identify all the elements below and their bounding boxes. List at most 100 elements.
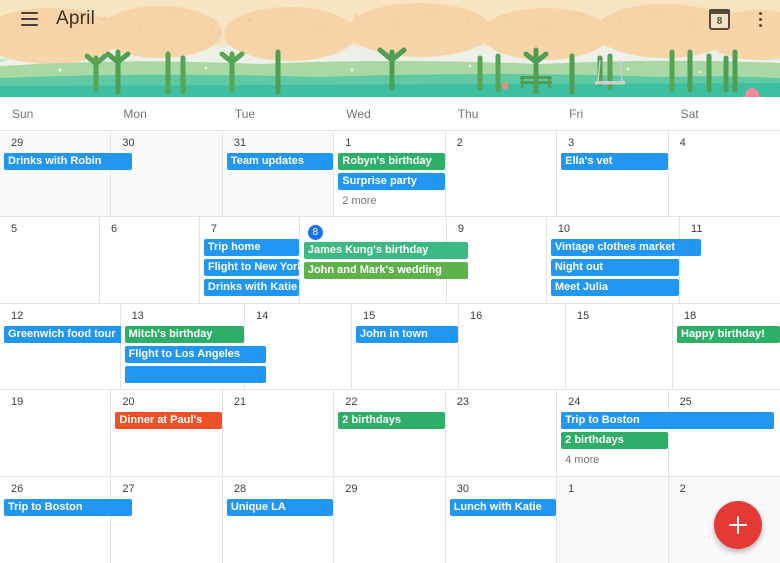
day-cell[interactable]: 5 [0,217,100,303]
day-cell[interactable]: 15 John in town [352,303,459,390]
day-events: Dinner at Paul's [111,412,222,430]
day-cell[interactable]: 20 Dinner at Paul's [111,390,223,476]
calendar-event[interactable]: Trip to Boston [561,412,774,430]
calendar-event[interactable]: 2 birthdays [561,432,668,450]
calendar-event[interactable]: John in town [356,325,458,343]
month-grid: 29 Drinks with Robin 30 31 Team updates 1 Roby… [0,131,780,563]
weekday-label-sun: Sun [12,106,34,121]
calendar-event[interactable]: John and Mark's wedding [303,262,468,280]
day-cell[interactable]: 6 [99,217,200,303]
day-cell[interactable]: 10 Vintage clothes market Night out Meet Ju… [546,217,702,303]
day-cell[interactable]: 23 [445,390,558,476]
day-events: Lunch with Katie [446,498,557,516]
day-cell[interactable]: 8 James Kung's birthday John and Mark's we… [299,217,468,303]
day-events: Drinks with Robin [0,153,133,170]
day-number: 10 [557,223,571,236]
more-events-link[interactable]: 4 more [557,452,667,468]
calendar-event[interactable]: Team updates [226,153,334,170]
day-cell[interactable]: 26 Trip to Boston [0,476,133,563]
day-cell[interactable]: 18 Happy birthday! [673,303,780,390]
day-number: 14 [256,309,269,322]
day-events: Trip to Boston 2 birthdays 4 more [557,412,774,468]
calendar-event[interactable]: Lunch with Katie [449,498,557,516]
day-number: 2 [456,137,463,149]
day-cell[interactable]: 11 [680,217,780,303]
day-number: 27 [122,482,135,495]
create-event-button[interactable] [714,501,762,549]
calendar-event[interactable]: Dinner at Paul's [115,412,222,430]
day-cell[interactable]: 15 [566,303,673,390]
day-events: Greenwich food tour [0,325,142,343]
day-cell[interactable]: 9 [446,217,547,303]
day-cell[interactable]: 31 Team updates [222,131,335,217]
calendar-event[interactable]: Drinks with Robin [4,153,133,170]
day-number: 13 [131,309,144,322]
day-cell[interactable]: 21 [222,390,335,476]
week-row: 12 Greenwich food tour 13 Mitch's birthday F… [0,303,780,391]
calendar-event[interactable]: Unique LA [226,498,334,516]
calendar-app: April 8 Sun Mon Tue Wed Thu Fri Sat 29 Dr… [0,0,780,563]
day-number-today: 8 [307,225,323,241]
calendar-event[interactable]: Surprise party [338,173,445,190]
day-cell[interactable]: 30 Lunch with Katie [445,476,558,563]
day-number: 7 [210,223,218,236]
day-number: 16 [470,309,483,322]
calendar-event[interactable]: 2 birthdays [338,412,445,430]
calendar-event[interactable]: Happy birthday! [677,325,780,343]
day-cell[interactable]: 13 Mitch's birthday Flight to Los Angeles [120,303,266,390]
weekday-label-sat: Sat [680,106,699,121]
day-cell[interactable]: 29 [334,476,446,563]
calendar-event[interactable]: Night out [550,259,680,277]
day-cell[interactable]: 27 [111,476,223,563]
day-cell[interactable]: 22 2 birthdays [334,390,446,476]
calendar-event[interactable]: Drinks with Katie [203,279,299,297]
day-cell[interactable]: 24 Trip to Boston 2 birthdays 4 more [557,390,774,476]
more-events-link[interactable]: 2 more [334,193,444,209]
calendar-event[interactable]: Flight to New York [203,259,299,277]
day-number: 1 [345,137,352,149]
day-cell[interactable]: 2 [445,131,558,217]
day-cell[interactable]: 19 [0,390,112,476]
day-number: 5 [11,223,18,236]
calendar-today-icon[interactable]: 8 [709,8,730,30]
calendar-event[interactable]: Meet Julia [550,279,680,297]
day-cell[interactable]: 16 [459,303,566,390]
day-number: 29 [345,482,358,495]
calendar-event[interactable]: James Kung's birthday [303,242,468,260]
day-cell[interactable]: 1 [557,476,669,563]
day-cell[interactable]: 30 [111,131,223,217]
day-number: 28 [233,482,247,495]
day-number: 2 [679,482,686,495]
day-number: 29 [11,137,24,149]
day-number: 18 [684,309,697,322]
day-cell[interactable]: 7 Trip home Flight to New York Drinks with … [199,217,300,303]
calendar-event[interactable]: Trip to Boston [4,498,133,516]
day-events: James Kung's birthday John and Mark's wed… [300,242,468,280]
day-number: 20 [122,396,135,409]
day-number: 25 [679,396,692,409]
day-cell[interactable]: 28 Unique LA [222,476,335,563]
day-events: Vintage clothes market Night out Meet Juli… [547,239,702,297]
day-cell[interactable]: 29 Drinks with Robin [0,131,133,217]
day-cell[interactable]: 4 [668,131,780,217]
day-cell[interactable]: 12 Greenwich food tour [0,303,142,390]
day-cell[interactable]: 3 Ella's vet [557,131,669,217]
day-cell[interactable]: 1 Robyn's birthday Surprise party 2 more [334,131,446,217]
day-number: 9 [457,223,464,236]
calendar-event[interactable]: Mitch's birthday [124,325,244,343]
day-number: 4 [679,137,686,149]
calendar-event[interactable] [124,365,266,383]
hamburger-menu-icon[interactable] [10,0,48,38]
calendar-event[interactable]: Robyn's birthday [338,153,445,170]
calendar-event[interactable]: Vintage clothes market [550,239,702,257]
day-cell[interactable]: 25 [668,390,780,476]
week-row: 5 6 7 Trip home Flight to New York Drinks wit… [0,217,780,304]
calendar-event[interactable]: Flight to Los Angeles [124,345,266,363]
day-number: 23 [456,396,469,409]
calendar-event[interactable]: Trip home [203,239,299,257]
day-events: Unique LA [223,498,334,516]
day-events: Happy birthday! [673,325,780,343]
more-options-icon[interactable] [748,4,772,34]
calendar-event[interactable]: Ella's vet [561,153,668,170]
day-number: 19 [11,396,24,409]
